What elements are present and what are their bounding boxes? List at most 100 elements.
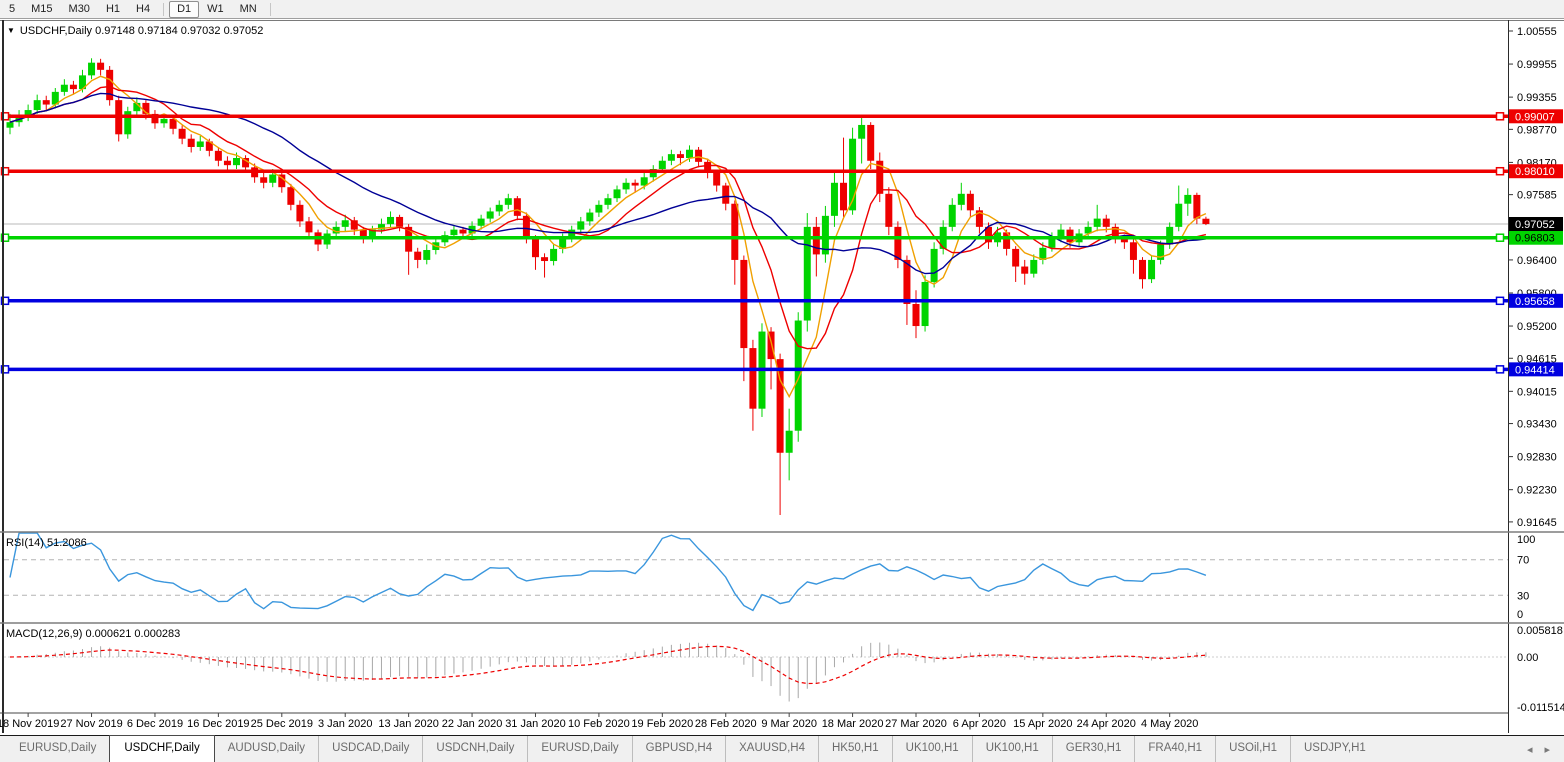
chart-tab-usdchf-daily[interactable]: USDCHF,Daily [109,735,214,762]
candle-body [1094,219,1101,227]
candle-body [514,198,521,216]
candle-body [61,85,68,92]
candle-body [931,249,938,282]
chart-symbol-label: USDCHF,Daily [20,25,92,37]
candle-body [804,227,811,321]
chart-tab-uk100-h1[interactable]: UK100,H1 [972,736,1052,762]
rsi-line [10,533,1206,610]
chart-collapse-icon[interactable]: ▼ [7,26,15,35]
date-axis-label: 24 Apr 2020 [1077,718,1136,730]
candle-body [541,257,548,261]
candle-body [1148,260,1155,279]
candle-body [487,211,494,218]
candle-body [478,219,485,226]
candle-body [1021,267,1028,274]
candle-body [224,161,231,165]
chart-tab-eurusd-daily[interactable]: EURUSD,Daily [6,736,109,762]
price-badge-text: 0.95658 [1515,296,1555,308]
candle-body [34,100,41,110]
timeframe-toolbar: 5M15M30H1H4 D1W1MN [0,0,1564,19]
price-badge-text: 0.96803 [1515,233,1555,245]
h-line-handle-right[interactable] [1497,297,1504,304]
h-line-handle-right[interactable] [1497,234,1504,241]
candle-body [1030,260,1037,274]
chart-tab-eurusd-daily[interactable]: EURUSD,Daily [527,736,631,762]
candle-body [550,249,557,261]
chart-canvas[interactable]: 1.005550.999550.993550.987700.981700.975… [0,0,1564,762]
price-axis-label: 0.98770 [1517,124,1557,136]
candle-body [668,154,675,161]
timeframe-button-mn[interactable]: MN [232,1,265,18]
chart-tab-hk50-h1[interactable]: HK50,H1 [818,736,892,762]
candle-body [179,129,186,139]
timeframe-button-h4[interactable]: H4 [128,1,158,18]
chart-tab-uk100-h1[interactable]: UK100,H1 [892,736,972,762]
timeframe-button-d1[interactable]: D1 [169,1,199,18]
candle-body [813,227,820,255]
candle-body [1175,204,1182,227]
candle-body [1184,195,1191,204]
chart-tab-usdcad-daily[interactable]: USDCAD,Daily [318,736,422,762]
candle-body [1067,230,1074,243]
chart-tab-gbpusd-h4[interactable]: GBPUSD,H4 [632,736,725,762]
h-line-handle-right[interactable] [1497,168,1504,175]
chart-tab-audusd-daily[interactable]: AUDUSD,Daily [215,736,318,762]
chart-ohlc-values: 0.97148 0.97184 0.97032 0.97052 [95,25,263,37]
candle-body [958,194,965,205]
date-axis-label: 6 Apr 2020 [953,718,1006,730]
price-axis-label: 0.91645 [1517,517,1557,529]
macd-signal-line [10,646,1206,683]
candle-body [595,205,602,213]
chart-tab-ger30-h1[interactable]: GER30,H1 [1052,736,1135,762]
date-axis-label: 31 Jan 2020 [505,718,566,730]
candle-body [496,205,503,212]
price-axis-label: 0.99955 [1517,59,1557,71]
price-axis-label: 0.92230 [1517,485,1557,497]
price-axis-label: 0.94015 [1517,386,1557,398]
candle-body [885,194,892,227]
candle-body [296,205,303,222]
date-axis-label: 18 Mar 2020 [822,718,884,730]
candle-body [387,217,394,224]
price-axis-label: 1.00555 [1517,26,1557,38]
tab-scroll-left-icon[interactable]: ◂ [1527,743,1533,756]
candle-body [858,125,865,139]
date-axis-label: 28 Feb 2020 [695,718,757,730]
date-axis-label: 15 Apr 2020 [1013,718,1072,730]
date-axis-label: 13 Jan 2020 [378,718,439,730]
toolbar-separator [163,3,164,16]
candle-body [949,205,956,227]
candle-body [1166,227,1173,245]
date-axis-label: 27 Nov 2019 [60,718,122,730]
tab-scroll-right-icon[interactable]: ▸ [1544,743,1550,756]
date-axis-label: 6 Dec 2019 [127,718,183,730]
tab-scroll-controls: ◂▸ [1513,736,1564,762]
timeframe-button-w1[interactable]: W1 [199,1,232,18]
timeframe-button-5[interactable]: 5 [1,1,23,18]
chart-tab-usoil-h1[interactable]: USOil,H1 [1215,736,1290,762]
timeframe-button-m15[interactable]: M15 [23,1,60,18]
candle-body [414,252,421,260]
chart-tab-xauusd-h4[interactable]: XAUUSD,H4 [725,736,818,762]
date-axis-label: 3 Jan 2020 [318,718,372,730]
timeframe-button-h1[interactable]: H1 [98,1,128,18]
rsi-axis-label: 70 [1517,555,1529,567]
macd-indicator-label: MACD(12,26,9) 0.000621 0.000283 [6,628,180,640]
candle-body [831,183,838,216]
candle-body [1202,219,1209,224]
candle-body [305,221,312,232]
price-axis-label: 0.96400 [1517,255,1557,267]
candle-body [1103,219,1110,227]
h-line-handle-right[interactable] [1497,366,1504,373]
chart-tab-usdjpy-h1[interactable]: USDJPY,H1 [1290,736,1379,762]
timeframe-button-m30[interactable]: M30 [61,1,98,18]
candle-body [913,304,920,326]
chart-tab-usdcnh-daily[interactable]: USDCNH,Daily [422,736,527,762]
candle-body [1139,260,1146,279]
candle-body [722,186,729,204]
candle-body [922,282,929,326]
chart-tab-fra40-h1[interactable]: FRA40,H1 [1134,736,1215,762]
h-line-handle-right[interactable] [1497,113,1504,120]
candle-body [287,187,294,205]
candle-body [894,227,901,260]
